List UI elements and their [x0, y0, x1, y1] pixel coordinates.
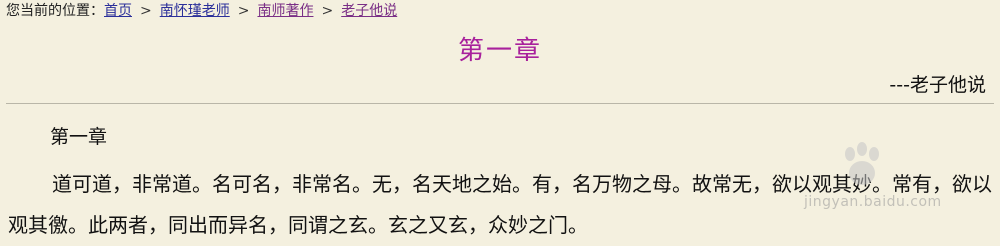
- breadcrumb-separator: >: [321, 3, 334, 19]
- breadcrumb-link-book[interactable]: 老子他说: [341, 3, 397, 19]
- breadcrumb-separator: >: [237, 3, 250, 19]
- breadcrumb-prefix: 您当前的位置：: [6, 3, 104, 19]
- section-heading: 第一章: [50, 126, 108, 148]
- breadcrumb-link-works[interactable]: 南师著作: [257, 3, 313, 19]
- chapter-paragraph: 道可道，非常道。名可名，非常名。无，名天地之始。有，名万物之母。故常无，欲以观其…: [8, 172, 992, 237]
- breadcrumb: 您当前的位置：首页 > 南怀瑾老师 > 南师著作 > 老子他说: [6, 0, 397, 22]
- breadcrumb-link-teacher[interactable]: 南怀瑾老师: [160, 3, 230, 19]
- breadcrumb-link-home[interactable]: 首页: [104, 3, 132, 19]
- book-attribution: ---老子他说: [889, 74, 986, 96]
- chapter-title: 第一章: [457, 36, 542, 66]
- breadcrumb-separator: >: [140, 3, 152, 19]
- divider: [6, 103, 994, 104]
